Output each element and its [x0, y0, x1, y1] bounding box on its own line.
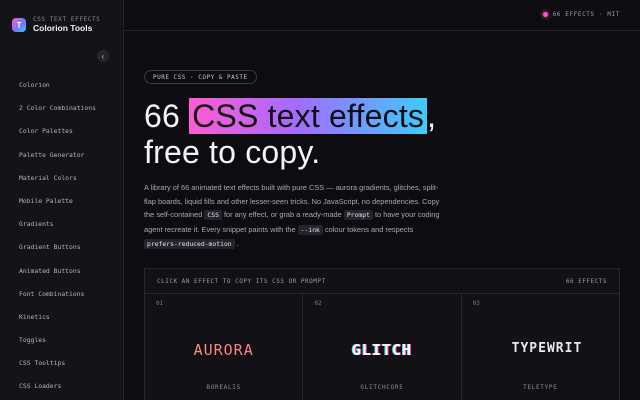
sidebar-item-kinetics[interactable]: Kinetics — [0, 306, 123, 329]
card-demo: TYPEWRIT — [511, 341, 583, 356]
sidebar-item-mobile-palette[interactable]: Mobile Palette — [0, 190, 123, 213]
desc-text-2: for any effect, or grab a ready-made — [221, 210, 344, 220]
effect-card-aurora[interactable]: 01 AURORA BOREALIS — [145, 294, 304, 400]
collapse-sidebar-button[interactable]: ‹ — [97, 50, 109, 62]
sidebar-item-css-tooltips[interactable]: CSS Tooltips — [0, 352, 123, 375]
card-demo: GLITCH — [351, 341, 413, 359]
card-number: 01 — [156, 300, 164, 307]
sidebar-item-gradients[interactable]: Gradients — [0, 213, 123, 236]
code-reduced-motion: prefers-reduced-motion — [144, 239, 235, 250]
card-demo: AURORA — [145, 341, 302, 359]
page-title: 66 CSS text effects, free to copy. — [144, 98, 436, 170]
sidebar-item-animated-buttons[interactable]: Animated Buttons — [0, 260, 123, 283]
sidebar-item-colorion[interactable]: Colorion — [0, 74, 123, 97]
card-number: 02 — [314, 300, 322, 307]
brand[interactable]: T CSS TEXT EFFECTS Colorion Tools — [0, 0, 123, 40]
card-label: GLITCHCORE — [360, 384, 404, 391]
title-pre: 66 — [144, 98, 190, 134]
sidebar-item-2-color-combinations[interactable]: 2 Color Combinations — [0, 97, 123, 120]
desc-text-5: . — [234, 239, 239, 249]
effect-cards: 01 AURORA BOREALIS 02 GLITCH GLITCHCORE … — [145, 294, 619, 400]
title-highlight: CSS text effects — [189, 98, 428, 134]
sidebar-item-toggles[interactable]: Toggles — [0, 329, 123, 352]
title-line2: free to copy. — [144, 134, 321, 170]
code-ink: --ink — [297, 224, 323, 235]
card-number: 03 — [472, 300, 480, 307]
app-logo-icon: T — [12, 18, 26, 32]
sidebar-nav: Colorion 2 Color Combinations Color Pale… — [0, 74, 123, 399]
brand-name: Colorion Tools — [33, 22, 93, 33]
title-post: , — [427, 98, 437, 134]
sidebar-item-palette-generator[interactable]: Palette Generator — [0, 144, 123, 167]
code-prompt: Prompt — [343, 210, 373, 221]
sidebar-item-css-loaders[interactable]: CSS Loaders — [0, 375, 123, 398]
desc-text-4: colour tokens and respects — [322, 224, 414, 234]
effect-card-glitch[interactable]: 02 GLITCH GLITCHCORE — [303, 294, 462, 400]
panel-header: CLICK AN EFFECT TO COPY ITS CSS OR PROMP… — [145, 269, 619, 294]
sidebar-item-font-combinations[interactable]: Font Combinations — [0, 283, 123, 306]
hero-pill: PURE CSS · COPY & PASTE — [144, 70, 257, 84]
app-root: T CSS TEXT EFFECTS Colorion Tools ‹ Colo… — [0, 0, 640, 400]
status-text: 66 EFFECTS · MIT — [552, 11, 620, 18]
status-badge: 66 EFFECTS · MIT — [542, 11, 620, 18]
sidebar-item-color-palettes[interactable]: Color Palettes — [0, 120, 123, 143]
panel-count: 66 EFFECTS — [565, 277, 607, 285]
card-label: BOREALIS — [206, 384, 241, 391]
effect-card-typewriter[interactable]: 03 TYPEWRIT TELETYPE — [462, 294, 619, 400]
main-content: 66 EFFECTS · MIT PURE CSS · COPY & PASTE… — [124, 0, 640, 400]
sidebar-item-material-colors[interactable]: Material Colors — [0, 167, 123, 190]
sidebar: T CSS TEXT EFFECTS Colorion Tools ‹ Colo… — [0, 0, 124, 400]
panel-heading: CLICK AN EFFECT TO COPY ITS CSS OR PROMP… — [157, 277, 326, 285]
effects-panel: CLICK AN EFFECT TO COPY ITS CSS OR PROMP… — [144, 268, 620, 400]
hero-description: A library of 66 animated text effects bu… — [144, 181, 444, 252]
brand-text: CSS TEXT EFFECTS Colorion Tools — [33, 16, 100, 34]
card-label: TELETYPE — [523, 384, 558, 391]
sidebar-item-gradient-buttons[interactable]: Gradient Buttons — [0, 236, 123, 259]
topbar: 66 EFFECTS · MIT — [124, 0, 640, 31]
code-css: CSS — [204, 210, 222, 221]
status-dot-icon — [542, 12, 548, 17]
